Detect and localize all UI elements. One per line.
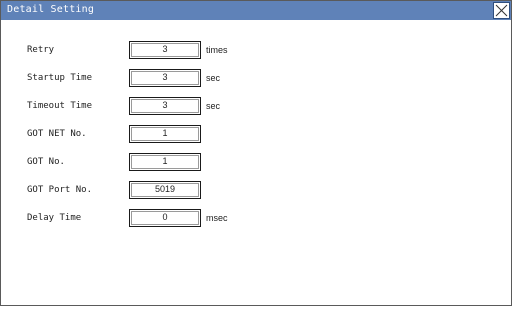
timeout-time-label: Timeout Time [27,101,93,111]
field-row-got-net-no: GOT NET No. 1 [1,125,511,145]
got-no-input[interactable]: 1 [129,153,201,171]
retry-input[interactable]: 3 [129,41,201,59]
delay-time-label: Delay Time [27,213,82,223]
detail-setting-window: Detail Setting Retry 3 times Startup Tim… [0,0,512,306]
startup-time-unit: sec [206,73,221,83]
got-no-label: GOT No. [27,157,65,167]
startup-time-input[interactable]: 3 [129,69,201,87]
got-net-no-input[interactable]: 1 [129,125,201,143]
got-net-no-label: GOT NET No. [27,129,87,139]
field-row-startup-time: Startup Time 3 sec [1,69,511,89]
got-net-no-value: 1 [162,128,168,138]
got-port-no-label: GOT Port No. [27,185,93,195]
timeout-time-input[interactable]: 3 [129,97,201,115]
delay-time-value: 0 [162,212,168,222]
field-row-got-port-no: GOT Port No. 5019 [1,181,511,201]
timeout-time-value: 3 [162,100,168,110]
field-row-delay-time: Delay Time 0 msec [1,209,511,229]
field-row-timeout-time: Timeout Time 3 sec [1,97,511,117]
startup-time-value: 3 [162,72,168,82]
got-port-no-input[interactable]: 5019 [129,181,201,199]
title-bar: Detail Setting [1,1,511,20]
timeout-time-unit: sec [206,101,221,111]
close-button[interactable] [493,2,510,19]
got-port-no-value: 5019 [154,184,176,194]
delay-time-input[interactable]: 0 [129,209,201,227]
delay-time-unit: msec [206,213,228,223]
field-row-got-no: GOT No. 1 [1,153,511,173]
retry-value: 3 [162,44,168,54]
retry-label: Retry [27,45,55,55]
field-row-retry: Retry 3 times [1,41,511,61]
close-x-icon [495,4,508,17]
got-no-value: 1 [162,156,168,166]
window-title: Detail Setting [7,4,95,15]
startup-time-label: Startup Time [27,73,93,83]
retry-unit: times [206,45,228,55]
